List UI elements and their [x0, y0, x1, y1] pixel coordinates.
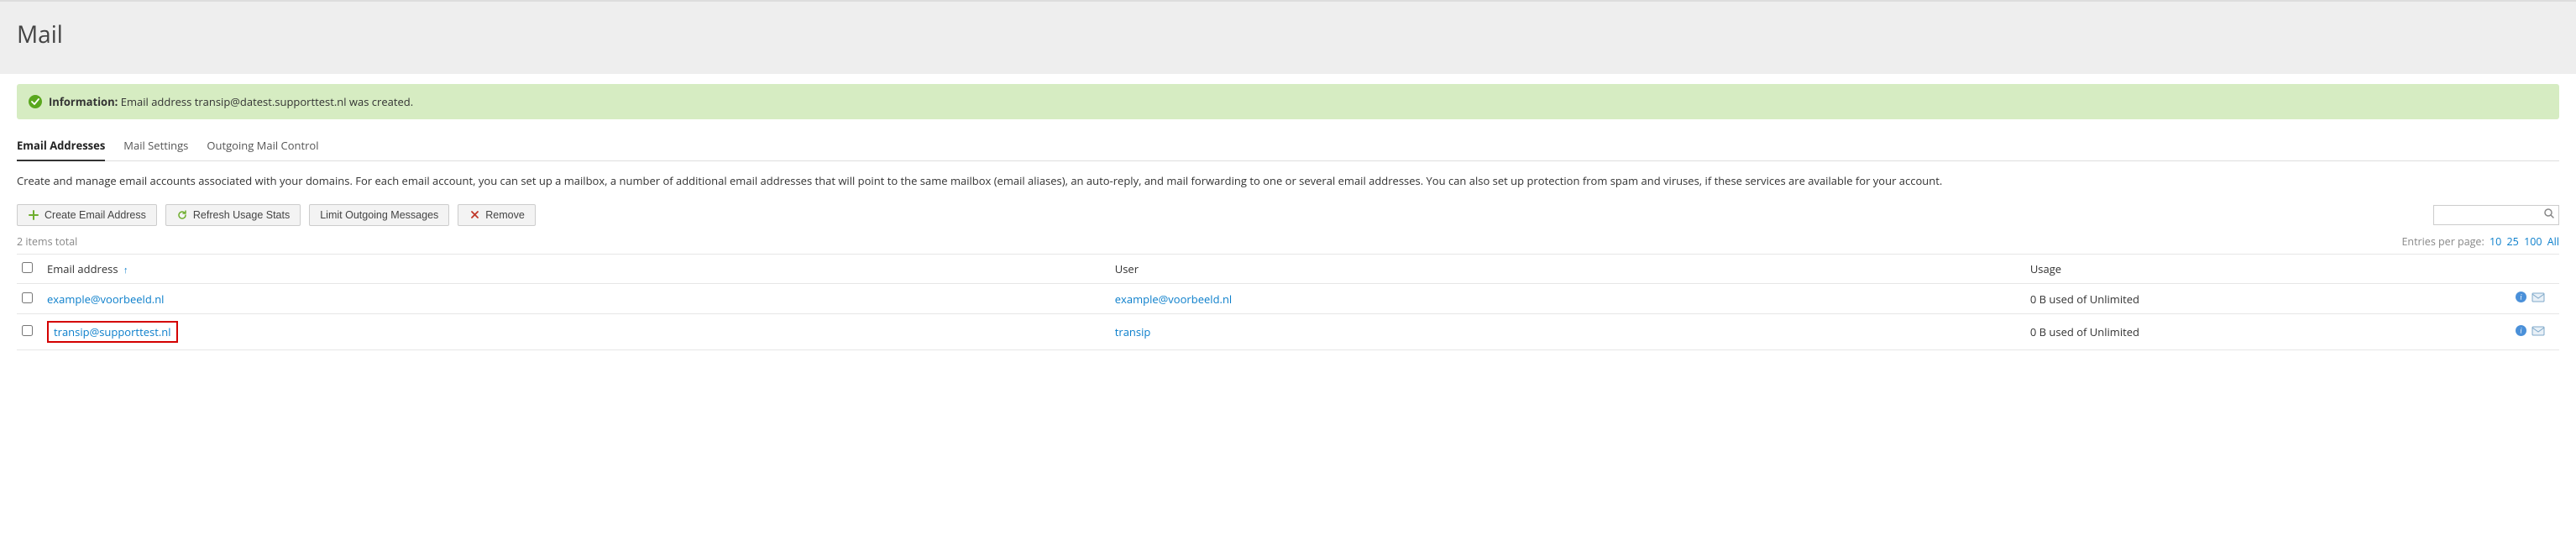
- remove-button[interactable]: Remove: [458, 204, 536, 226]
- check-circle-icon: [29, 95, 42, 108]
- x-icon: [469, 209, 480, 221]
- search-input[interactable]: [2433, 205, 2559, 225]
- remove-label: Remove: [485, 209, 525, 221]
- per-page-25[interactable]: 25: [2507, 234, 2519, 249]
- email-link[interactable]: example@voorbeeld.nl: [47, 292, 164, 307]
- usage-cell: 0 B used of Unlimited: [2025, 314, 2509, 350]
- tab-email-addresses[interactable]: Email Addresses: [17, 138, 105, 161]
- items-total: 2 items total: [17, 234, 77, 249]
- tab-description: Create and manage email accounts associa…: [17, 173, 2559, 189]
- tab-bar: Email Addresses Mail Settings Outgoing M…: [17, 138, 2559, 161]
- mail-icon[interactable]: [2531, 291, 2545, 304]
- refresh-usage-button[interactable]: Refresh Usage Stats: [165, 204, 301, 226]
- row-checkbox[interactable]: [22, 325, 33, 336]
- search-box: [2433, 205, 2559, 225]
- select-all-checkbox[interactable]: [22, 262, 33, 273]
- alert-message: Email address transip@datest.supporttest…: [121, 94, 413, 109]
- column-email[interactable]: Email address ↑: [42, 254, 1110, 283]
- column-user[interactable]: User: [1110, 254, 2025, 283]
- email-table: Email address ↑ User Usage example@voorb…: [17, 254, 2559, 351]
- per-page-100[interactable]: 100: [2524, 234, 2542, 249]
- per-page-all[interactable]: All: [2547, 234, 2559, 249]
- email-link[interactable]: transip@supporttest.nl: [47, 321, 178, 343]
- refresh-usage-label: Refresh Usage Stats: [193, 209, 290, 221]
- per-page-10[interactable]: 10: [2490, 234, 2501, 249]
- column-usage[interactable]: Usage: [2025, 254, 2509, 283]
- create-email-label: Create Email Address: [45, 209, 146, 221]
- user-link[interactable]: transip: [1115, 324, 1151, 339]
- per-page-label: Entries per page:: [2401, 234, 2484, 249]
- table-row: transip@supporttest.nl transip 0 B used …: [17, 314, 2559, 350]
- limit-outgoing-label: Limit Outgoing Messages: [320, 209, 438, 221]
- select-all-cell: [17, 254, 42, 283]
- mail-icon[interactable]: [2531, 324, 2545, 338]
- user-link[interactable]: example@voorbeeld.nl: [1115, 292, 1232, 307]
- row-checkbox[interactable]: [22, 292, 33, 303]
- create-email-button[interactable]: Create Email Address: [17, 204, 157, 226]
- info-icon[interactable]: i: [2514, 291, 2527, 304]
- plus-icon: [28, 209, 39, 221]
- usage-cell: 0 B used of Unlimited: [2025, 283, 2509, 314]
- info-icon[interactable]: i: [2514, 324, 2527, 338]
- limit-outgoing-button[interactable]: Limit Outgoing Messages: [309, 204, 449, 226]
- tab-mail-settings[interactable]: Mail Settings: [123, 138, 188, 160]
- column-email-label: Email address: [47, 261, 118, 276]
- tab-outgoing-mail-control[interactable]: Outgoing Mail Control: [207, 138, 318, 160]
- alert-label: Information:: [49, 94, 118, 109]
- info-alert: Information: Email address transip@dates…: [17, 84, 2559, 119]
- search-icon[interactable]: [2543, 208, 2555, 223]
- toolbar: Create Email Address Refresh Usage Stats…: [17, 204, 536, 226]
- page-title: Mail: [17, 18, 2559, 50]
- refresh-icon: [176, 209, 188, 221]
- column-actions: [2509, 254, 2559, 283]
- table-row: example@voorbeeld.nl example@voorbeeld.n…: [17, 283, 2559, 314]
- sort-asc-icon: ↑: [123, 264, 128, 276]
- per-page-control: Entries per page: 10 25 100 All: [2401, 234, 2559, 249]
